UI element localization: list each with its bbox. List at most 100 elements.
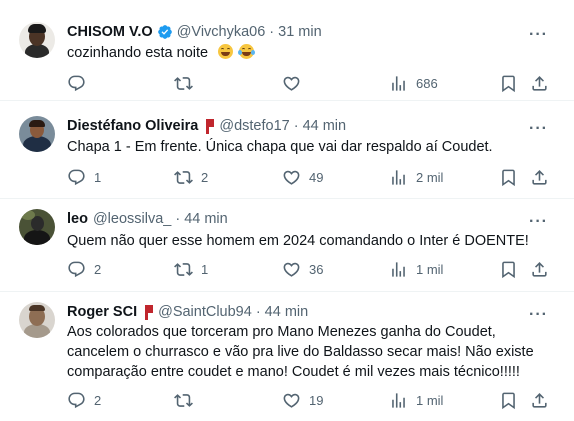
reply-icon [68,75,85,91]
reply-button[interactable]: 1 [67,167,101,187]
timestamp[interactable]: 44 min [265,304,309,320]
tears-of-joy-emoji [238,44,256,59]
bookmark-button[interactable] [499,390,518,410]
avatar[interactable] [19,302,55,338]
tweet-1[interactable]: CHISOM V.O @Vivchyka06 · 31 min ··· cozi… [0,0,574,100]
retweet-icon [174,76,193,90]
verified-badge-icon [157,25,172,39]
tweet-text-line: Quem não quer esse homem em 2024 comanda… [67,233,529,249]
retweet-count: 1 [201,261,209,277]
views-button[interactable]: 2 mil [389,167,443,187]
retweet-icon [174,170,193,184]
bookmark-icon [502,75,515,92]
share-button[interactable] [530,73,549,93]
retweet-button[interactable] [174,390,201,410]
views-button[interactable]: 686 [389,73,438,93]
bookmark-icon [502,169,515,186]
timestamp[interactable]: 44 min [303,118,347,134]
more-options-icon[interactable]: ··· [529,121,548,137]
like-button[interactable]: 49 [282,167,323,187]
author-name[interactable]: Roger SCI [67,304,137,320]
heart-icon [283,262,300,277]
reply-icon [68,392,85,408]
retweet-count: 2 [201,169,209,185]
bookmark-button[interactable] [499,259,518,279]
tweet-text: cozinhando esta noite [67,43,256,63]
author-handle[interactable]: @dstefo17 [219,118,289,134]
reply-count: 2 [94,261,102,277]
tweet-3[interactable]: leo @leossilva_ · 44 min ··· Quem não qu… [0,199,574,291]
reply-icon [68,169,85,185]
more-options-icon[interactable]: ··· [529,307,548,323]
avatar[interactable] [19,22,55,58]
reply-button[interactable]: 2 [67,390,101,410]
share-button[interactable] [530,390,549,410]
share-icon [532,75,547,91]
like-count: 19 [309,392,324,408]
author-name[interactable]: leo [67,211,88,227]
retweet-icon [174,262,193,276]
like-count: 36 [309,261,324,277]
bookmark-button[interactable] [499,167,518,187]
view-count: 1 mil [416,261,444,277]
heart-icon [283,170,300,185]
views-button[interactable]: 1 mil [389,390,443,410]
grinning-face-emoji [218,44,234,59]
avatar[interactable] [19,209,55,245]
views-icon [392,169,405,185]
separator-dot: · [269,24,275,40]
tweet-text: Quem não quer esse homem em 2024 comanda… [67,231,529,251]
share-icon [532,261,547,277]
avatar[interactable] [19,116,55,152]
author-name[interactable]: Diestéfano Oliveira [67,118,198,134]
view-count: 2 mil [416,169,444,185]
author-handle[interactable]: @SaintClub94 [158,304,252,320]
flag-icon [206,118,215,134]
tweet-text: Chapa 1 - Em frente. Única chapa que vai… [67,137,493,157]
separator-dot: · [293,118,299,134]
bookmark-button[interactable] [499,73,518,93]
tweet-text-line: Chapa 1 - Em frente. Única chapa que vai… [67,139,493,155]
more-options-icon[interactable]: ··· [529,214,548,230]
like-button[interactable] [282,73,309,93]
heart-icon [283,393,300,408]
reply-icon [68,261,85,277]
retweet-button[interactable] [174,73,201,93]
reply-button[interactable] [67,73,94,93]
heart-icon [283,76,300,91]
tweet-text-line: Aos colorados que torceram pro Mano Mene… [67,324,496,340]
views-icon [392,392,405,408]
share-icon [532,392,547,408]
share-button[interactable] [530,167,549,187]
view-count: 686 [416,75,438,91]
more-options-icon[interactable]: ··· [529,27,548,43]
like-count: 49 [309,169,324,185]
like-button[interactable]: 36 [282,259,323,279]
like-button[interactable]: 19 [282,390,323,410]
reply-count: 1 [94,169,102,185]
views-icon [392,75,405,91]
flag-icon [145,304,154,320]
tweet-text-line: cozinhando esta noite [67,45,209,61]
timestamp[interactable]: 44 min [184,211,228,227]
retweet-button[interactable]: 1 [174,259,208,279]
reply-count: 2 [94,392,102,408]
share-button[interactable] [530,259,549,279]
views-button[interactable]: 1 mil [389,259,443,279]
author-handle[interactable]: @Vivchyka06 [177,24,266,40]
retweet-icon [174,393,193,407]
separator-dot: · [175,211,181,227]
tweet-text-line: comparação entre coudet e mano! Coudet é… [67,364,520,380]
bookmark-icon [502,261,515,278]
retweet-button[interactable]: 2 [174,167,208,187]
reply-button[interactable]: 2 [67,259,101,279]
views-icon [392,261,405,277]
author-name[interactable]: CHISOM V.O [67,24,153,40]
author-handle[interactable]: @leossilva_ [93,211,171,227]
share-icon [532,169,547,185]
tweet-4[interactable]: Roger SCI @SaintClub94 · 44 min ··· Aos … [0,292,574,421]
timestamp[interactable]: 31 min [278,24,322,40]
view-count: 1 mil [416,392,444,408]
tweet-2[interactable]: Diestéfano Oliveira @dstefo17 · 44 min ·… [0,101,574,198]
bookmark-icon [502,392,515,409]
